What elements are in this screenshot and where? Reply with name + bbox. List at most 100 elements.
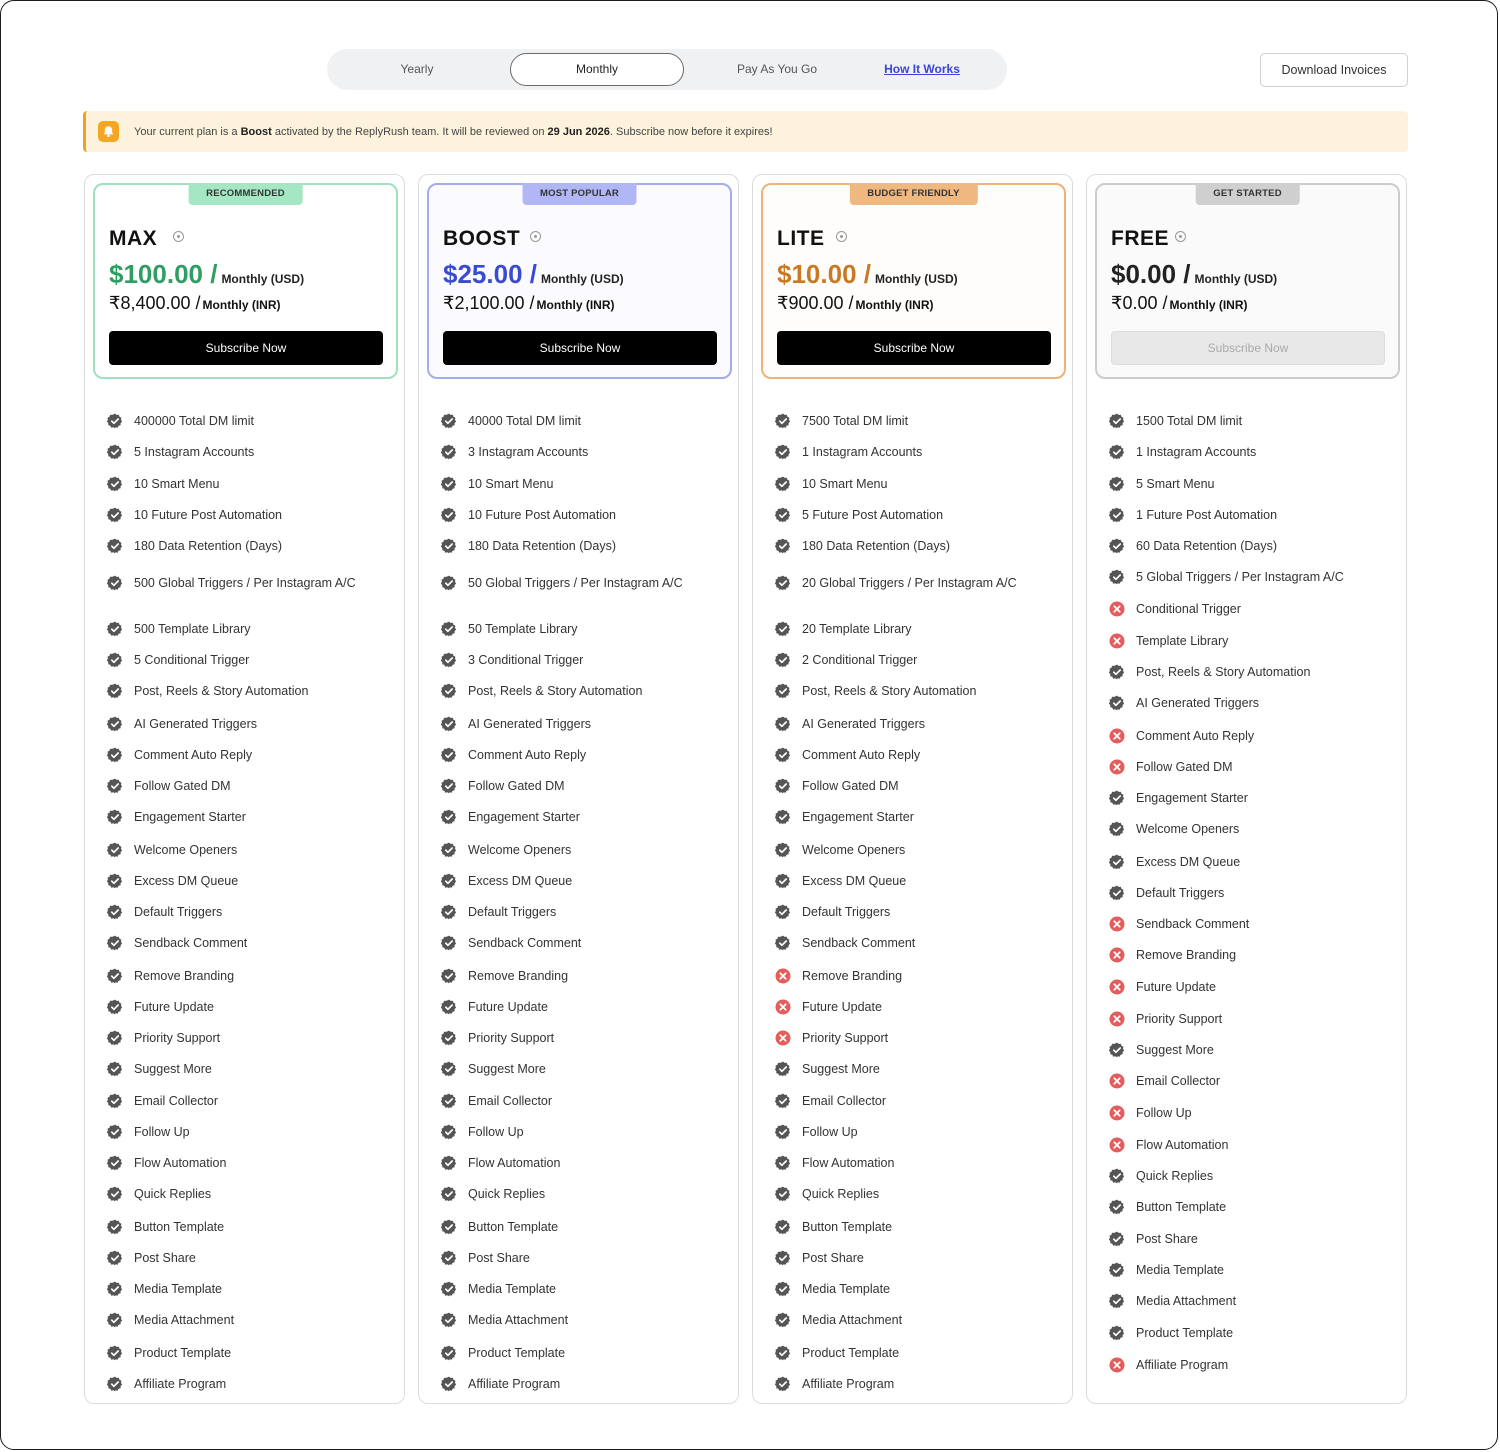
cross-circle-icon — [1109, 759, 1125, 775]
feature-item: Media Template — [440, 1279, 721, 1299]
feature-item: Flow Automation — [1109, 1135, 1389, 1155]
price-usd: $25.00 /Monthly (USD) — [443, 259, 624, 290]
check-badge-icon — [1108, 885, 1125, 901]
plan-column-max: RECOMMENDED MAX $100.00 /Monthly (USD) ₹8,4… — [84, 174, 405, 1404]
feature-label: 1 Instagram Accounts — [802, 445, 923, 459]
feature-label: AI Generated Triggers — [134, 717, 257, 731]
check-badge-icon — [106, 1345, 123, 1361]
check-badge-icon — [106, 538, 123, 554]
feature-label: 2 Conditional Trigger — [802, 653, 918, 667]
price-inr-value: ₹2,100.00 / — [443, 293, 535, 313]
feature-label: Post, Reels & Story Automation — [802, 684, 977, 698]
info-icon[interactable] — [836, 231, 847, 242]
feature-label: Comment Auto Reply — [134, 748, 253, 762]
feature-item: Quick Replies — [1108, 1166, 1389, 1186]
price-usd: $0.00 /Monthly (USD) — [1111, 259, 1277, 290]
check-badge-icon — [106, 1155, 123, 1171]
tab-monthly[interactable]: Monthly — [510, 53, 684, 86]
tab-pay-as-you-go[interactable]: Pay As You Go — [707, 53, 847, 86]
price-usd: $100.00 /Monthly (USD) — [109, 259, 304, 290]
feature-label: 1 Instagram Accounts — [1136, 445, 1257, 459]
check-badge-icon — [1108, 413, 1125, 429]
feature-label: AI Generated Triggers — [1136, 696, 1259, 710]
feature-label: Post Share — [1136, 1232, 1198, 1246]
download-invoices-button[interactable]: Download Invoices — [1260, 53, 1408, 87]
plan-badge: MOST POPULAR — [522, 183, 637, 205]
feature-label: 3 Instagram Accounts — [468, 445, 589, 459]
feature-item: Priority Support — [1109, 1009, 1389, 1029]
feature-label: Follow Gated DM — [802, 779, 899, 793]
check-badge-icon — [106, 809, 123, 825]
price-usd-value: $0.00 / — [1111, 259, 1191, 289]
check-badge-icon — [440, 716, 457, 732]
feature-label: Quick Replies — [134, 1187, 212, 1201]
feature-item: 20 Template Library — [774, 619, 1055, 639]
feature-label: Post Share — [468, 1251, 530, 1265]
feature-item: 400000 Total DM limit — [106, 411, 387, 431]
feature-item: Button Template — [106, 1217, 387, 1237]
plan-card-free: GET STARTED FREE $0.00 /Monthly (USD) ₹0.00… — [1095, 183, 1400, 379]
price-usd-value: $100.00 / — [109, 259, 218, 289]
check-badge-icon — [440, 652, 457, 668]
feature-label: Media Attachment — [468, 1313, 569, 1327]
check-badge-icon — [774, 716, 791, 732]
feature-item: Default Triggers — [106, 902, 387, 922]
check-badge-icon — [106, 683, 123, 699]
check-badge-icon — [440, 538, 457, 554]
check-badge-icon — [106, 778, 123, 794]
feature-item: Follow Up — [1109, 1103, 1389, 1123]
feature-label: Default Triggers — [134, 905, 223, 919]
feature-item: Product Template — [440, 1343, 721, 1363]
check-badge-icon — [1108, 507, 1125, 523]
feature-item: Post Share — [1108, 1229, 1389, 1249]
feature-item: Engagement Starter — [440, 807, 721, 827]
info-icon[interactable] — [1175, 231, 1186, 242]
feature-label: Quick Replies — [1136, 1169, 1214, 1183]
alert-prefix: Your current plan is a — [134, 125, 241, 138]
plan-card-lite: BUDGET FRIENDLY LITE $10.00 /Monthly (USD)… — [761, 183, 1066, 379]
subscribe-now-button[interactable]: Subscribe Now — [109, 331, 383, 365]
check-badge-icon — [774, 1155, 791, 1171]
feature-item: 180 Data Retention (Days) — [774, 536, 1055, 556]
check-badge-icon — [440, 1155, 457, 1171]
check-badge-icon — [440, 747, 457, 763]
feature-label: Conditional Trigger — [1136, 602, 1241, 616]
feature-item: 500 Template Library — [106, 619, 387, 639]
info-icon[interactable] — [173, 231, 184, 242]
check-badge-icon — [774, 1281, 791, 1297]
check-badge-icon — [440, 444, 457, 460]
plan-alert: Your current plan is a Boost activated b… — [83, 111, 1408, 152]
feature-label: Post, Reels & Story Automation — [468, 684, 643, 698]
cross-circle-icon — [1109, 1073, 1125, 1089]
feature-label: 7500 Total DM limit — [802, 414, 909, 428]
feature-label: Product Template — [134, 1346, 232, 1360]
info-icon[interactable] — [530, 231, 541, 242]
plan-badge: RECOMMENDED — [188, 183, 303, 205]
subscribe-now-button[interactable]: Subscribe Now — [443, 331, 717, 365]
check-badge-icon — [440, 575, 457, 591]
check-badge-icon — [1108, 1325, 1125, 1341]
feature-label: Button Template — [1136, 1200, 1227, 1214]
check-badge-icon — [106, 999, 123, 1015]
check-badge-icon — [440, 1219, 457, 1235]
feature-item: Follow Gated DM — [106, 776, 387, 796]
check-badge-icon — [106, 716, 123, 732]
cross-circle-icon — [1109, 947, 1125, 963]
feature-label: Remove Branding — [1136, 948, 1237, 962]
plan-name: BOOST — [443, 227, 521, 250]
subscribe-now-button[interactable]: Subscribe Now — [777, 331, 1051, 365]
how-it-works-link[interactable]: How It Works — [867, 53, 977, 86]
feature-label: Remove Branding — [802, 969, 903, 983]
price-usd-period: Monthly (USD) — [874, 272, 958, 286]
feature-item: Sendback Comment — [774, 933, 1055, 953]
check-badge-icon — [774, 1186, 791, 1202]
tab-yearly[interactable]: Yearly — [347, 53, 487, 86]
feature-label: Media Attachment — [1136, 1294, 1237, 1308]
feature-item: Welcome Openers — [1108, 819, 1389, 839]
feature-item: Affiliate Program — [1109, 1355, 1389, 1375]
check-badge-icon — [106, 621, 123, 637]
feature-item: Post Share — [106, 1248, 387, 1268]
feature-item: 180 Data Retention (Days) — [106, 536, 387, 556]
feature-item: Product Template — [106, 1343, 387, 1363]
feature-item: Follow Gated DM — [1109, 757, 1389, 777]
